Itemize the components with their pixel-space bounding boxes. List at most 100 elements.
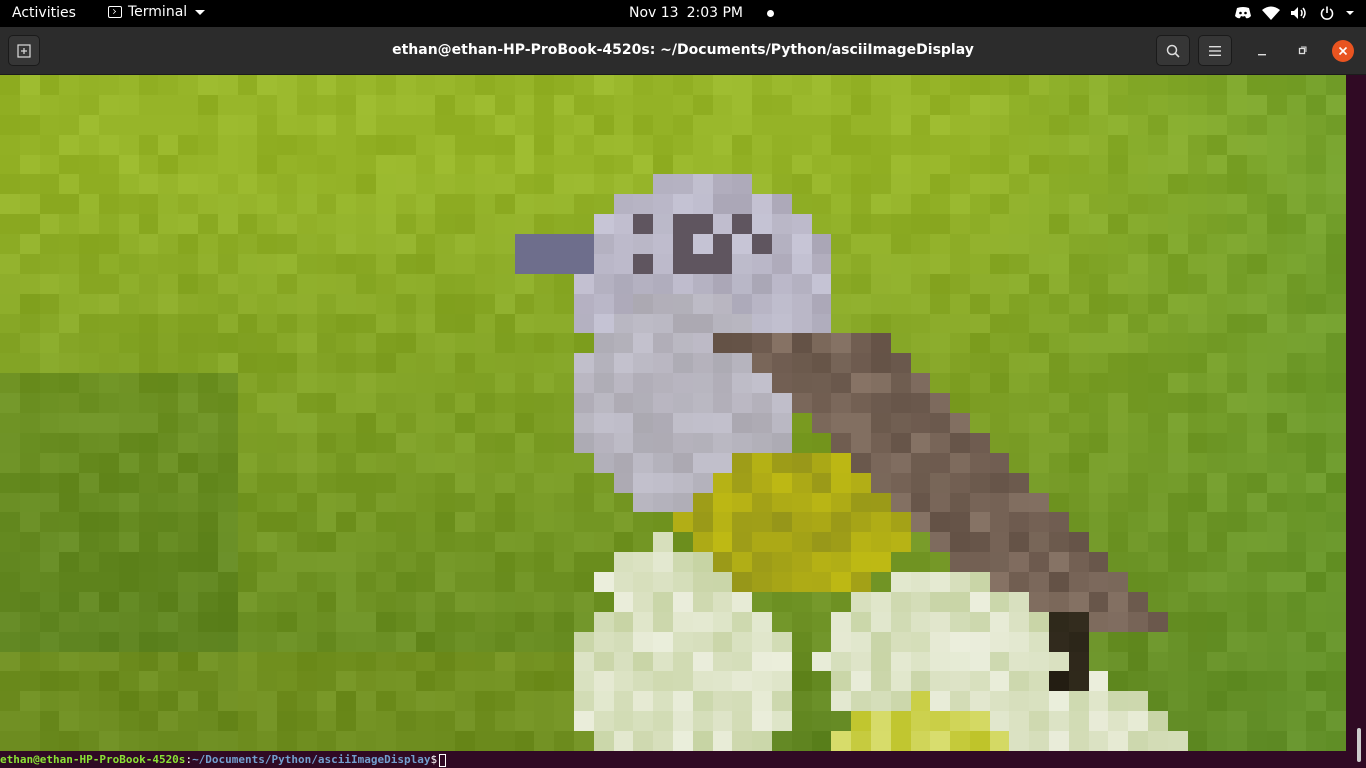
image-pixel	[1207, 631, 1228, 652]
image-pixel	[1167, 293, 1188, 314]
image-pixel	[989, 651, 1010, 672]
image-pixel	[593, 631, 614, 652]
image-pixel	[1128, 253, 1149, 274]
image-pixel	[554, 253, 575, 274]
scrollbar-thumb[interactable]	[1357, 728, 1361, 762]
image-pixel	[672, 492, 693, 513]
image-pixel	[0, 512, 20, 533]
image-pixel	[811, 552, 832, 573]
app-menu[interactable]: Terminal	[108, 4, 206, 20]
image-pixel	[277, 393, 297, 413]
image-pixel	[910, 731, 931, 751]
image-pixel	[138, 671, 159, 692]
image-pixel	[1128, 631, 1149, 652]
image-pixel	[1247, 194, 1267, 215]
image-pixel	[989, 353, 1010, 374]
image-pixel	[969, 234, 990, 254]
image-pixel	[39, 154, 60, 175]
activities-button[interactable]: Activities	[12, 5, 76, 21]
image-pixel	[514, 353, 535, 374]
image-pixel	[277, 134, 297, 155]
image-pixel	[969, 591, 990, 612]
image-pixel	[969, 333, 990, 354]
image-pixel	[1306, 253, 1327, 274]
image-pixel	[732, 234, 753, 254]
image-pixel	[237, 194, 258, 215]
image-pixel	[395, 293, 416, 314]
power-icon[interactable]	[1318, 4, 1336, 22]
image-pixel	[890, 393, 911, 413]
image-pixel	[356, 572, 377, 592]
menu-button[interactable]	[1198, 35, 1232, 66]
image-pixel	[1266, 253, 1287, 274]
image-pixel	[1247, 731, 1267, 751]
image-pixel	[415, 671, 436, 692]
image-pixel	[633, 234, 654, 254]
shell-prompt[interactable]: ethan@ethan-HP-ProBook-4520s:~/Documents…	[0, 751, 447, 768]
image-pixel	[613, 591, 634, 612]
system-tray[interactable]	[1234, 4, 1354, 22]
chevron-down-icon[interactable]	[1346, 11, 1354, 15]
minimize-button[interactable]	[1253, 42, 1271, 60]
image-pixel	[415, 572, 436, 592]
image-pixel	[178, 532, 198, 553]
terminal-area[interactable]: ethan@ethan-HP-ProBook-4520s:~/Documents…	[0, 75, 1366, 768]
image-pixel	[890, 194, 911, 215]
image-pixel	[613, 711, 634, 732]
image-pixel	[1049, 492, 1069, 513]
image-pixel	[653, 313, 673, 334]
image-pixel	[989, 134, 1010, 155]
image-pixel	[1029, 711, 1050, 732]
image-pixel	[118, 651, 139, 672]
image-pixel	[138, 492, 159, 513]
image-pixel	[613, 651, 634, 672]
image-pixel	[217, 512, 238, 533]
image-pixel	[118, 194, 139, 215]
clock-date: Nov 13	[629, 5, 679, 21]
image-pixel	[1148, 492, 1168, 513]
image-pixel	[1306, 412, 1327, 433]
image-pixel	[752, 731, 772, 751]
image-pixel	[455, 492, 476, 513]
image-pixel	[791, 273, 812, 294]
image-pixel	[1167, 432, 1188, 453]
image-pixel	[1049, 572, 1069, 592]
image-pixel	[930, 273, 951, 294]
discord-icon[interactable]	[1234, 4, 1252, 22]
image-pixel	[415, 253, 436, 274]
clock[interactable]: Nov 13 2:03 PM	[629, 5, 775, 21]
wifi-icon[interactable]	[1262, 4, 1280, 22]
image-pixel	[178, 373, 198, 394]
image-pixel	[1088, 393, 1109, 413]
image-pixel	[1247, 591, 1267, 612]
image-pixel	[1009, 353, 1030, 374]
image-pixel	[277, 273, 297, 294]
image-pixel	[1286, 273, 1307, 294]
image-pixel	[672, 591, 693, 612]
image-pixel	[455, 452, 476, 473]
image-pixel	[1286, 472, 1307, 493]
image-pixel	[791, 492, 812, 513]
image-pixel	[415, 273, 436, 294]
image-pixel	[296, 591, 317, 612]
volume-icon[interactable]	[1290, 4, 1308, 22]
maximize-button[interactable]	[1293, 42, 1311, 60]
image-pixel	[791, 691, 812, 712]
image-pixel	[1128, 333, 1149, 354]
image-pixel	[1009, 333, 1030, 354]
image-pixel	[752, 651, 772, 672]
close-button[interactable]	[1332, 40, 1354, 62]
image-pixel	[653, 373, 673, 394]
image-pixel	[514, 134, 535, 155]
image-pixel	[732, 214, 753, 235]
search-button[interactable]	[1156, 35, 1190, 66]
image-pixel	[1068, 134, 1089, 155]
image-pixel	[356, 711, 377, 732]
image-pixel	[1306, 591, 1327, 612]
image-pixel	[118, 154, 139, 175]
image-pixel	[752, 134, 772, 155]
image-pixel	[851, 711, 871, 732]
image-pixel	[296, 552, 317, 573]
image-pixel	[910, 552, 931, 573]
image-pixel	[771, 234, 792, 254]
